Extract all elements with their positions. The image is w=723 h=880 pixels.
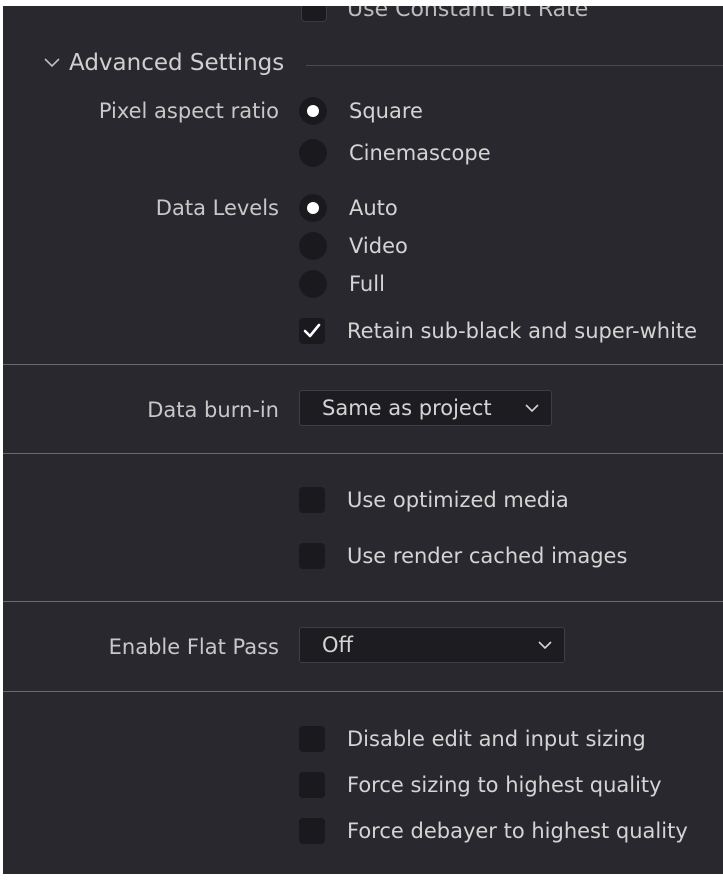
force-debayer-checkbox[interactable] [299,818,325,844]
checkbox-label: Use render cached images [347,544,628,568]
checkbox-label: Use optimized media [347,488,569,512]
radio-label: Square [349,99,423,123]
radio-button[interactable] [299,194,327,222]
radio-full[interactable]: Full [299,270,385,298]
force-sizing-row[interactable]: Force sizing to highest quality [299,772,662,798]
constant-bit-rate-checkbox[interactable] [301,6,327,22]
radio-button[interactable] [299,139,327,167]
radio-label: Video [349,234,408,258]
section-rule [306,64,723,66]
checkbox-label: Force debayer to highest quality [347,819,688,843]
section-title: Advanced Settings [69,50,285,76]
radio-label: Full [349,272,385,296]
radio-label: Auto [349,196,398,220]
radio-cinemascope[interactable]: Cinemascope [299,139,491,167]
render-settings-panel: Use Constant Bit Rate Advanced Settings … [3,6,723,874]
checkbox-label: Disable edit and input sizing [347,727,646,751]
force-debayer-row[interactable]: Force debayer to highest quality [299,818,688,844]
chevron-down-icon [525,403,539,413]
use-optimized-media-row[interactable]: Use optimized media [299,487,569,513]
chevron-down-icon[interactable] [41,52,63,74]
pixel-aspect-ratio-label: Pixel aspect ratio [98,99,279,123]
use-render-cached-images-row[interactable]: Use render cached images [299,543,627,569]
divider [3,601,723,602]
force-sizing-checkbox[interactable] [299,772,325,798]
checkmark-icon [303,323,321,338]
radio-button[interactable] [299,97,327,125]
dropdown-value: Off [322,633,353,657]
data-burn-in-dropdown[interactable]: Same as project [299,390,552,426]
retain-sub-black-checkbox[interactable] [299,318,325,344]
radio-button[interactable] [299,232,327,260]
chevron-down-icon [538,640,552,650]
retain-sub-black-checkbox-row[interactable]: Retain sub-black and super-white [299,318,697,344]
data-levels-label: Data Levels [155,196,279,220]
constant-bit-rate-row[interactable]: Use Constant Bit Rate [301,6,588,22]
divider [3,364,723,365]
enable-flat-pass-dropdown[interactable]: Off [299,627,565,663]
checkbox-label: Force sizing to highest quality [347,773,662,797]
enable-flat-pass-label: Enable Flat Pass [108,635,279,659]
radio-square[interactable]: Square [299,97,423,125]
advanced-settings-header[interactable]: Advanced Settings [41,50,723,76]
disable-edit-input-sizing-checkbox[interactable] [299,726,325,752]
constant-bit-rate-label: Use Constant Bit Rate [347,6,589,22]
divider [3,453,723,454]
checkbox-label: Retain sub-black and super-white [347,319,698,343]
radio-label: Cinemascope [349,141,491,165]
radio-auto[interactable]: Auto [299,194,398,222]
use-render-cached-images-checkbox[interactable] [299,543,325,569]
data-burn-in-label: Data burn-in [147,398,279,422]
dropdown-value: Same as project [322,396,492,420]
disable-edit-input-sizing-row[interactable]: Disable edit and input sizing [299,726,646,752]
radio-button[interactable] [299,270,327,298]
radio-video[interactable]: Video [299,232,408,260]
use-optimized-media-checkbox[interactable] [299,487,325,513]
divider [3,691,723,692]
